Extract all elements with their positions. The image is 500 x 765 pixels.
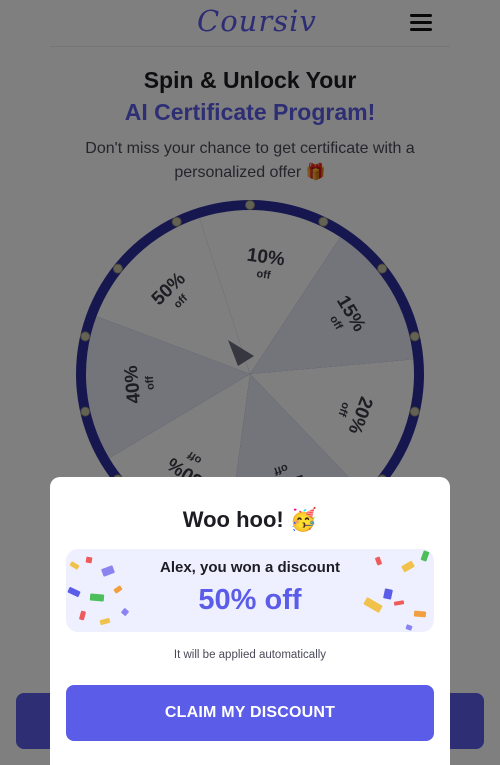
confetti-piece — [405, 624, 413, 631]
claim-discount-button[interactable]: CLAIM MY DISCOUNT — [66, 685, 434, 741]
confetti-piece — [99, 617, 111, 626]
party-face-emoji-icon: 🥳 — [289, 508, 318, 533]
modal-title: Woo hoo! 🥳 — [50, 507, 450, 533]
discount-card: Alex, you won a discount 50% off — [66, 549, 434, 632]
win-modal: Woo hoo! 🥳 Alex, you won a discount 50% … — [50, 477, 450, 765]
modal-title-text: Woo hoo! — [182, 507, 284, 532]
discount-value: 50% off — [198, 584, 302, 616]
discount-caption: Alex, you won a discount — [159, 559, 341, 576]
auto-apply-note: It will be applied automatically — [173, 649, 327, 661]
